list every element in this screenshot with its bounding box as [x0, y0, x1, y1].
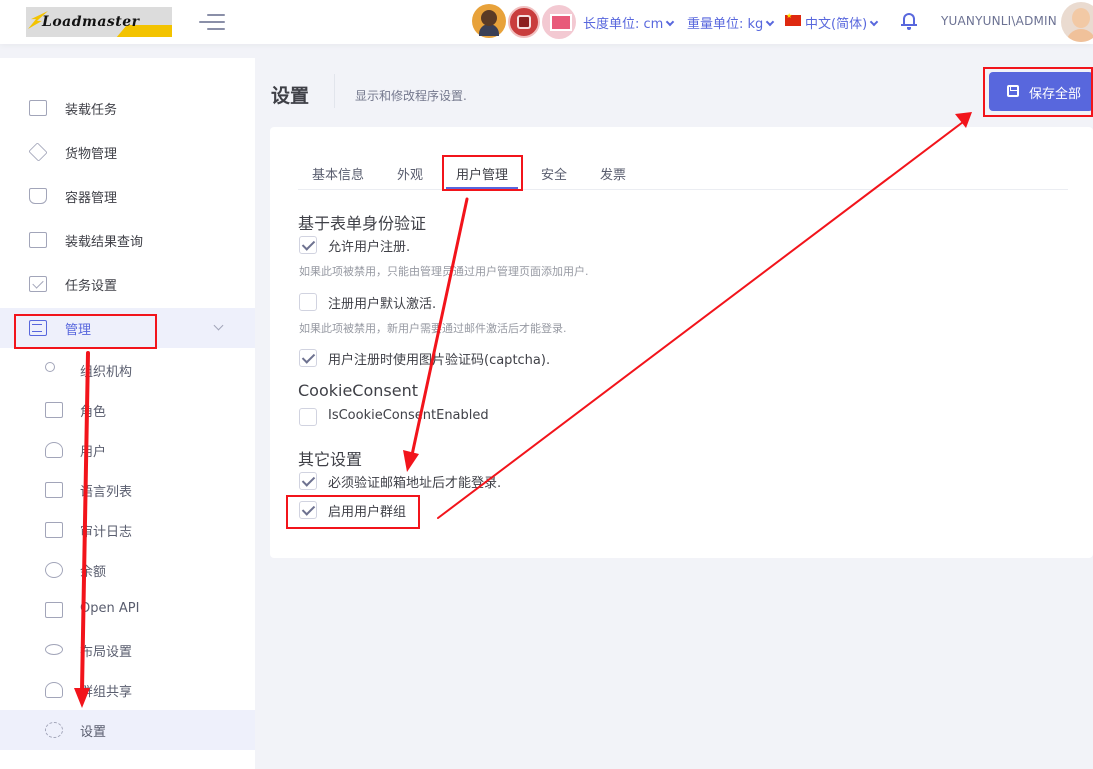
sidebar-item-open-api[interactable]: Open API [0, 590, 255, 630]
sidebar-item-group-sharing[interactable]: 群组共享 [0, 670, 255, 710]
allow-registration-help: 如果此项被禁用，只能由管理员通过用户管理页面添加用户. [299, 265, 589, 278]
menu-toggle-icon[interactable] [199, 13, 225, 31]
monitor-icon [45, 602, 63, 618]
page-description: 显示和修改程序设置. [355, 89, 467, 103]
annotation-box-save-all [983, 67, 1093, 117]
coins-icon [45, 562, 63, 578]
sidebar-item-users[interactable]: 用户 [0, 430, 255, 470]
sidebar-item-task-settings[interactable]: 任务设置 [0, 264, 255, 304]
cube-icon [29, 100, 47, 116]
sidebar-item-loading-tasks[interactable]: 装载任务 [0, 88, 255, 128]
org-chart-icon [45, 362, 55, 372]
chevron-down-icon [666, 17, 675, 27]
allow-registration-checkbox[interactable] [299, 236, 317, 254]
allow-registration-label[interactable]: 允许用户注册. [328, 236, 410, 255]
title-divider [334, 74, 335, 108]
default-active-label[interactable]: 注册用户默认激活. [328, 293, 436, 312]
tab-basic-info[interactable]: 基本信息 [312, 164, 364, 183]
log-icon [45, 522, 63, 538]
captcha-checkbox[interactable] [299, 349, 317, 367]
tray-icon [29, 188, 47, 204]
sidebar-item-label: 组织机构 [80, 365, 133, 380]
logo-text: Loadmaster [42, 14, 140, 30]
tab-appearance[interactable]: 外观 [397, 164, 423, 183]
china-flag-icon [785, 12, 801, 26]
chevron-down-icon [766, 17, 775, 27]
weight-unit-label: 重量单位: kg [687, 17, 764, 32]
sidebar-item-layout-settings[interactable]: 布局设置 [0, 630, 255, 670]
language-label: 中文(简体) [805, 17, 868, 32]
sidebar-item-balance[interactable]: 余额 [0, 550, 255, 590]
sidebar-item-settings[interactable]: 设置 [0, 710, 255, 750]
sidebar-item-label: 任务设置 [65, 279, 118, 294]
loadmaster-logo[interactable]: Loadmaster [26, 7, 172, 37]
sidebar-item-label: Open API [80, 601, 140, 616]
sidebar-item-label: 角色 [80, 405, 107, 420]
sidebar-item-label: 审计日志 [80, 525, 133, 540]
settings-card [270, 127, 1093, 558]
chevron-down-icon [869, 17, 879, 27]
sidebar-item-label: 用户 [80, 445, 107, 460]
sidebar-item-label: 布局设置 [80, 645, 133, 660]
email-confirm-checkbox[interactable] [299, 472, 317, 490]
sidebar-item-label: 容器管理 [65, 191, 118, 206]
video-tutorial-icon[interactable] [542, 5, 576, 39]
sidebar-item-label: 余额 [80, 565, 107, 580]
window-icon [45, 482, 63, 498]
arrow-head [955, 112, 972, 128]
sidebar-item-label: 装载结果查询 [65, 235, 144, 250]
chevron-down-icon [213, 320, 224, 331]
avatar[interactable] [1061, 2, 1093, 42]
gear-icon [45, 722, 63, 738]
sidebar-item-label: 群组共享 [80, 685, 133, 700]
weight-unit-dropdown[interactable]: 重量单位: kg [687, 13, 775, 32]
sidebar-item-label: 设置 [80, 725, 107, 740]
sidebar-item-audit-logs[interactable]: 审计日志 [0, 510, 255, 550]
cookie-consent-label[interactable]: IsCookieConsentEnabled [328, 408, 489, 423]
tab-invoice[interactable]: 发票 [600, 164, 626, 183]
database-icon[interactable] [508, 6, 540, 38]
support-agent-icon[interactable] [472, 4, 506, 38]
layers-icon [28, 142, 48, 162]
notification-bell-icon[interactable] [901, 12, 917, 30]
briefcase-icon [45, 402, 63, 418]
sidebar-item-containers[interactable]: 容器管理 [0, 176, 255, 216]
checkbox-icon [29, 276, 47, 292]
default-active-checkbox[interactable] [299, 293, 317, 311]
email-confirm-label[interactable]: 必须验证邮箱地址后才能登录. [328, 472, 501, 491]
cube-icon [29, 232, 47, 248]
tab-security[interactable]: 安全 [541, 164, 567, 183]
page-title: 设置 [271, 85, 310, 107]
user-name[interactable]: YUANYUNLI\ADMIN [941, 14, 1057, 28]
sidebar-item-results[interactable]: 装载结果查询 [0, 220, 255, 260]
annotation-box-user-tab [442, 155, 523, 191]
sidebar-item-languages[interactable]: 语言列表 [0, 470, 255, 510]
section-title-other: 其它设置 [298, 450, 363, 469]
length-unit-label: 长度单位: cm [583, 17, 664, 32]
section-title-form-auth: 基于表单身份验证 [298, 214, 427, 233]
top-header: Loadmaster 长度单位: cm 重量单位: kg 中文(简体) YUAN… [0, 0, 1093, 44]
sidebar-item-label: 语言列表 [80, 485, 133, 500]
annotation-box-user-groups [286, 495, 420, 529]
length-unit-dropdown[interactable]: 长度单位: cm [583, 13, 675, 32]
section-title-cookie: CookieConsent [298, 381, 418, 400]
annotation-box-admin [14, 314, 157, 349]
users-icon [45, 682, 63, 698]
sidebar-item-label: 装载任务 [65, 103, 118, 118]
cookie-consent-checkbox[interactable] [299, 408, 317, 426]
language-dropdown[interactable]: 中文(简体) [805, 13, 879, 32]
sidebar-item-label: 货物管理 [65, 147, 118, 162]
sidebar-item-roles[interactable]: 角色 [0, 390, 255, 430]
eye-icon [45, 644, 63, 655]
users-icon [45, 442, 63, 458]
default-active-help: 如果此项被禁用，新用户需要通过邮件激活后才能登录. [299, 322, 567, 335]
captcha-label[interactable]: 用户注册时使用图片验证码(captcha). [328, 349, 550, 368]
sidebar-item-cargo[interactable]: 货物管理 [0, 132, 255, 172]
sidebar-item-organizations[interactable]: 组织机构 [0, 350, 255, 390]
